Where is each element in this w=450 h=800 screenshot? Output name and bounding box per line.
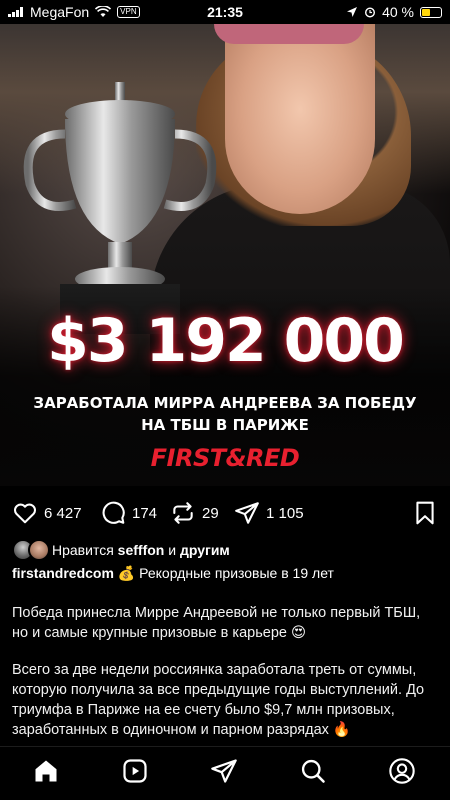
- battery-icon: [420, 6, 442, 18]
- player-face: [225, 24, 375, 214]
- repost-count: 29: [202, 504, 219, 522]
- nav-profile[interactable]: [388, 757, 418, 787]
- comment-count: 174: [132, 504, 158, 522]
- player-visor: [214, 24, 364, 44]
- post-actions: 6 427 174 29 1 105: [0, 498, 450, 528]
- nav-reels[interactable]: [121, 757, 151, 787]
- alarm-icon: [365, 7, 376, 18]
- status-right: 40 %: [346, 4, 442, 20]
- reels-icon: [123, 759, 147, 783]
- nav-direct[interactable]: [210, 757, 240, 787]
- caption-paragraph-2: Всего за две недели россиянка заработала…: [12, 662, 425, 738]
- heart-icon: [14, 503, 36, 524]
- location-arrow-icon: [347, 7, 358, 17]
- liked-by-others[interactable]: другим: [180, 542, 230, 558]
- like-button[interactable]: 6 427: [12, 498, 82, 528]
- save-button[interactable]: [412, 498, 438, 528]
- caption-paragraph-1: Победа принесла Мирре Андреевой не тольк…: [12, 605, 421, 641]
- nav-search[interactable]: [299, 757, 329, 787]
- caption-emoji: 💰: [117, 565, 136, 581]
- repost-button[interactable]: 29: [170, 498, 219, 528]
- liked-by-joiner: и: [168, 542, 177, 558]
- avatar: [28, 539, 50, 561]
- image-subtitle-line1: ЗАРАБОТАЛА МИРРА АНДРЕЕВА ЗА ПОБЕДУ: [33, 394, 417, 412]
- profile-icon: [389, 758, 415, 784]
- image-subtitle-line2: НА ТБШ В ПАРИЖЕ: [141, 416, 309, 434]
- liked-by-user[interactable]: sefffon: [118, 542, 165, 558]
- liked-by-row[interactable]: Нравится sefffon и другим: [12, 538, 230, 562]
- caption-username[interactable]: firstandredcom: [12, 565, 114, 581]
- nav-home[interactable]: [32, 757, 62, 787]
- send-icon: [211, 759, 237, 783]
- battery-percent: 40 %: [382, 4, 414, 20]
- send-icon: [235, 502, 259, 524]
- liked-by-prefix: Нравится: [52, 542, 114, 558]
- caption-text: Рекордные призовые в 19 лет: [139, 565, 334, 581]
- bottom-nav: [0, 746, 450, 800]
- liker-avatars: [12, 539, 52, 561]
- comment-icon: [102, 501, 125, 524]
- like-count: 6 427: [44, 504, 82, 522]
- image-amount: $3 192 000: [47, 306, 405, 376]
- image-subtitle: ЗАРАБОТАЛА МИРРА АНДРЕЕВА ЗА ПОБЕДУ НА Т…: [30, 392, 420, 436]
- post-image[interactable]: $3 192 000 ЗАРАБОТАЛА МИРРА АНДРЕЕВА ЗА …: [0, 24, 450, 486]
- search-icon: [301, 759, 325, 783]
- repost-icon: [173, 502, 193, 524]
- bookmark-icon: [416, 501, 434, 525]
- share-count: 1 105: [266, 504, 304, 522]
- comment-button[interactable]: 174: [100, 498, 157, 528]
- status-bar: MegaFon VPN 21:35 40 %: [0, 0, 450, 24]
- brand-logo: FIRST&RED: [150, 444, 300, 472]
- caption: firstandredcom 💰 Рекордные призовые в 19…: [12, 563, 442, 583]
- home-icon: [35, 760, 57, 782]
- share-button[interactable]: 1 105: [234, 498, 304, 528]
